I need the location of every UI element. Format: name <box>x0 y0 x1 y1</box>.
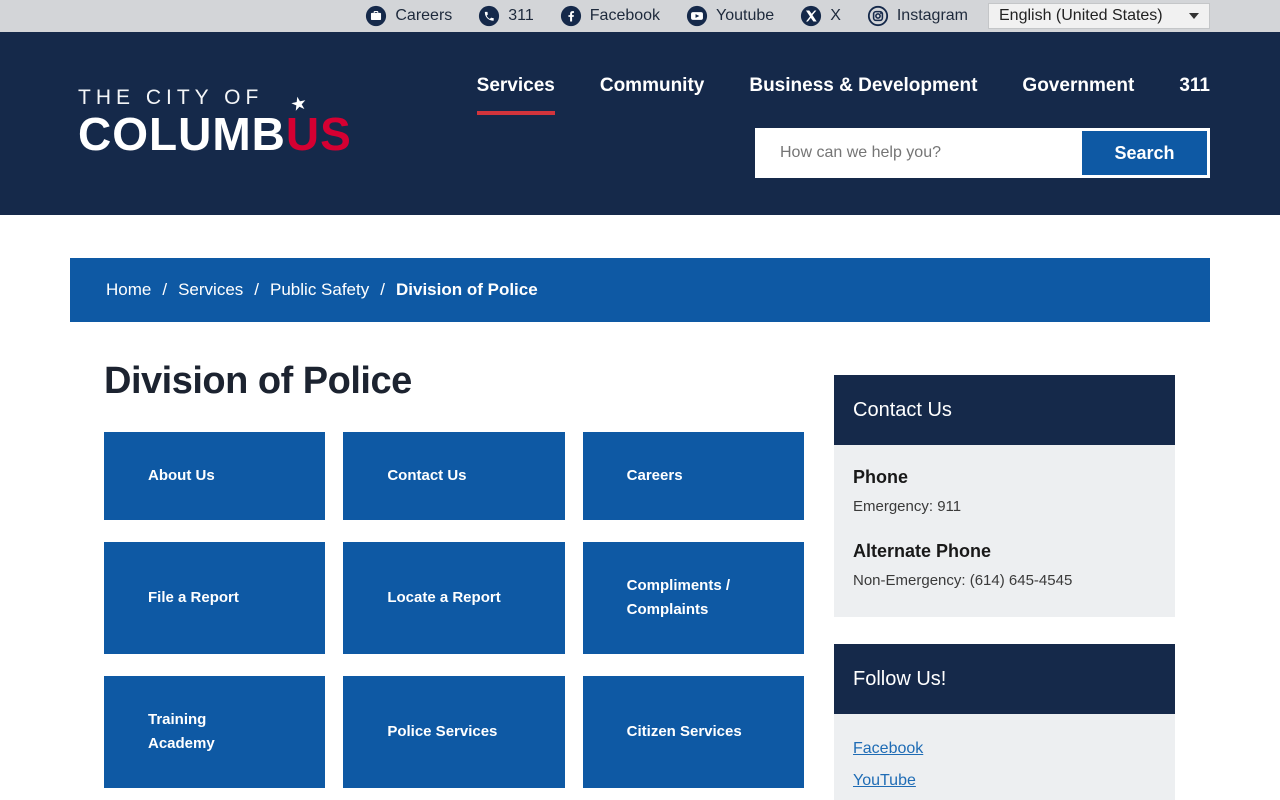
utility-bar: Careers 311 Facebook Youtube <box>0 0 1280 32</box>
city-of-columbus-logo[interactable]: THE CITY OF COLUMBUS ★ <box>78 86 352 215</box>
breadcrumb-separator: / <box>162 280 167 300</box>
nav-item-business-development[interactable]: Business & Development <box>749 75 977 115</box>
utility-link-label: 311 <box>508 7 534 25</box>
nav-item-government[interactable]: Government <box>1022 75 1134 115</box>
logo-wordmark: COLUMBUS ★ <box>78 110 352 158</box>
nav-item-services[interactable]: Services <box>477 75 555 115</box>
follow-link-facebook[interactable]: Facebook <box>853 740 1156 758</box>
tile-careers[interactable]: Careers <box>583 432 804 520</box>
contact-us-panel: Contact Us Phone Emergency: 911 Alternat… <box>834 375 1175 617</box>
sidebar: Contact Us Phone Emergency: 911 Alternat… <box>834 375 1175 800</box>
tile-contact-us[interactable]: Contact Us <box>343 432 564 520</box>
chevron-down-icon <box>1189 13 1199 19</box>
tile-locate-a-report[interactable]: Locate a Report <box>343 542 564 654</box>
utility-link-instagram[interactable]: Instagram <box>867 5 968 27</box>
utility-link-facebook[interactable]: Facebook <box>560 5 660 27</box>
utility-link-label: Facebook <box>590 7 660 25</box>
language-selector-value: English (United States) <box>999 7 1163 25</box>
breadcrumb-current: Division of Police <box>396 280 538 300</box>
briefcase-icon <box>365 5 387 27</box>
search-button[interactable]: Search <box>1082 131 1207 175</box>
language-selector[interactable]: English (United States) <box>988 3 1210 29</box>
utility-link-label: X <box>830 7 841 25</box>
site-search: Search <box>755 128 1210 178</box>
utility-link-label: Careers <box>395 7 452 25</box>
alternate-phone-heading: Alternate Phone <box>853 541 1156 562</box>
quick-links-grid: About Us Contact Us Careers File a Repor… <box>104 432 804 788</box>
phone-value: Emergency: 911 <box>853 498 1156 515</box>
facebook-icon <box>560 5 582 27</box>
follow-link-youtube[interactable]: YouTube <box>853 772 1156 790</box>
contact-us-panel-title: Contact Us <box>834 375 1175 445</box>
phone-icon <box>478 5 500 27</box>
x-icon <box>800 5 822 27</box>
follow-us-panel: Follow Us! Facebook YouTube <box>834 644 1175 800</box>
utility-link-311[interactable]: 311 <box>478 5 534 27</box>
tile-about-us[interactable]: About Us <box>104 432 325 520</box>
tile-citizen-services[interactable]: Citizen Services <box>583 676 804 788</box>
breadcrumb: Home / Services / Public Safety / Divisi… <box>70 258 1210 322</box>
breadcrumb-separator: / <box>254 280 259 300</box>
nav-item-311[interactable]: 311 <box>1179 75 1210 115</box>
site-header: THE CITY OF COLUMBUS ★ Services Communit… <box>0 32 1280 215</box>
breadcrumb-home[interactable]: Home <box>106 280 151 300</box>
utility-link-x[interactable]: X <box>800 5 841 27</box>
instagram-icon <box>867 5 889 27</box>
phone-heading: Phone <box>853 467 1156 488</box>
tile-file-a-report[interactable]: File a Report <box>104 542 325 654</box>
youtube-icon <box>686 5 708 27</box>
breadcrumb-public-safety[interactable]: Public Safety <box>270 280 369 300</box>
breadcrumb-services[interactable]: Services <box>178 280 243 300</box>
breadcrumb-separator: / <box>380 280 385 300</box>
search-input[interactable] <box>758 131 1082 175</box>
tile-compliments-complaints[interactable]: Compliments / Complaints <box>583 542 804 654</box>
logo-tagline: THE CITY OF <box>78 86 352 110</box>
tile-training-academy[interactable]: Training Academy <box>104 676 325 788</box>
utility-link-label: Instagram <box>897 7 968 25</box>
nav-item-community[interactable]: Community <box>600 75 705 115</box>
utility-link-careers[interactable]: Careers <box>365 5 452 27</box>
main-nav: Services Community Business & Developmen… <box>477 75 1210 115</box>
tile-police-services[interactable]: Police Services <box>343 676 564 788</box>
utility-link-label: Youtube <box>716 7 774 25</box>
page-title: Division of Police <box>104 360 804 403</box>
follow-us-panel-title: Follow Us! <box>834 644 1175 714</box>
utility-link-youtube[interactable]: Youtube <box>686 5 774 27</box>
alternate-phone-value: Non-Emergency: (614) 645-4545 <box>853 572 1156 589</box>
